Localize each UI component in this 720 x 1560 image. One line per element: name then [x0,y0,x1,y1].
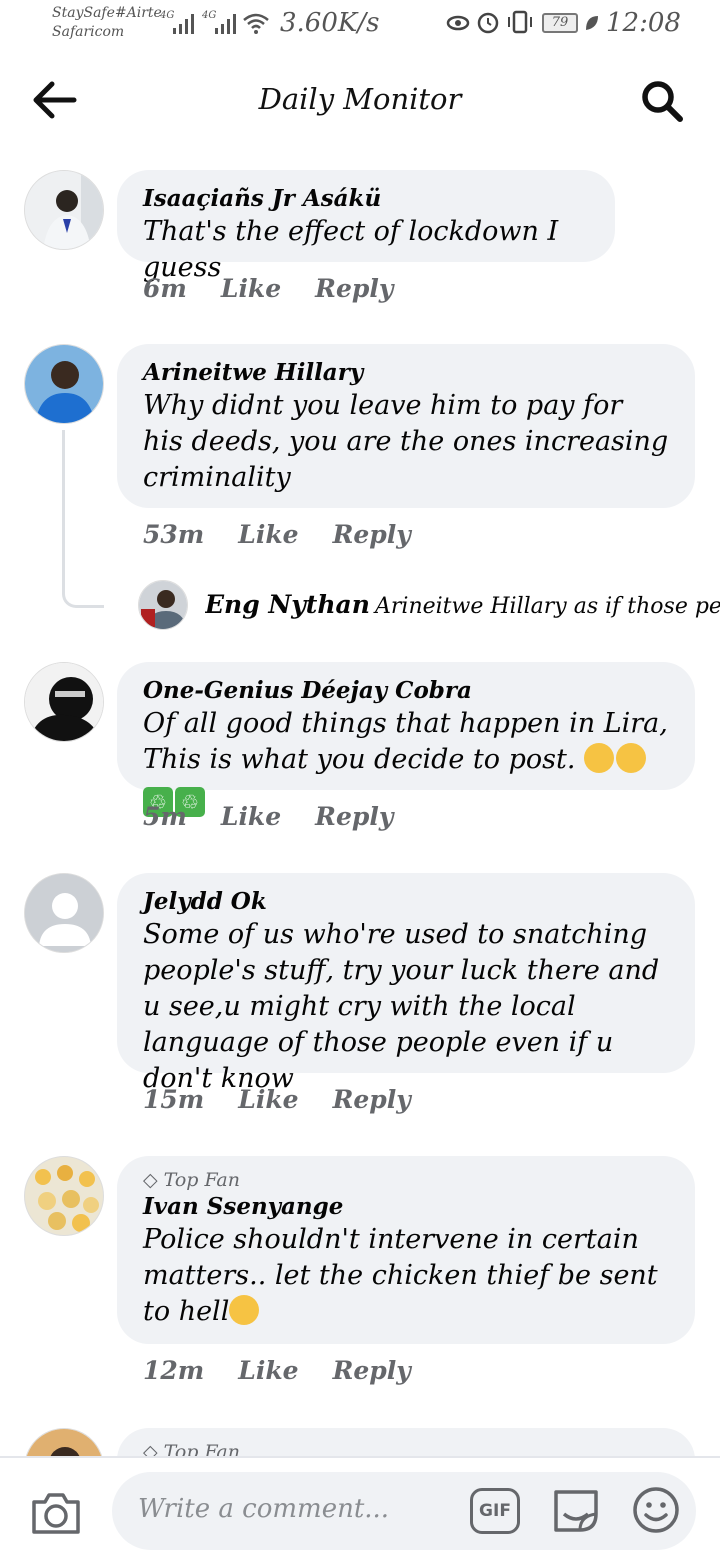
badge-label: Top Fan [163,1169,240,1191]
avatar[interactable] [24,170,104,250]
badge-label: Top Fan [163,1441,240,1456]
comment-bubble[interactable]: ◇ Top Fan [117,1428,695,1456]
alarm-icon [477,12,499,34]
user-photo-icon [25,663,103,741]
reply-button[interactable]: Reply [333,1356,411,1385]
reply-avatar[interactable] [138,580,188,630]
like-button[interactable]: Like [238,1085,298,1114]
comment-actions: 5m Like Reply [143,802,427,831]
comment-bubble[interactable]: Arineitwe Hillary Why didnt you leave hi… [117,344,695,508]
avatar[interactable] [24,1428,104,1456]
sticker-icon[interactable] [550,1484,602,1536]
emoji-icon[interactable] [630,1484,682,1536]
comment-input-placeholder: Write a comment... [138,1494,390,1524]
comment-text: Police shouldn't intervene in certain ma… [143,1224,658,1327]
reply-button[interactable]: Reply [333,520,411,549]
signal-bars-icon [215,14,236,34]
comment-author[interactable]: Ivan Ssenyange [143,1192,669,1222]
clock: 12:08 [606,8,681,38]
comment-item: ◇ Top Fan [0,1428,720,1456]
user-photo-icon [25,345,103,423]
comment-actions: 53m Like Reply [143,520,445,549]
app-header: Daily Monitor [0,60,720,140]
comment-actions: 12m Like Reply [143,1356,445,1385]
thinking-emoji-icon [616,743,647,773]
avatar[interactable] [24,1156,104,1236]
like-button[interactable]: Like [221,802,281,831]
comment-text: Why didnt you leave him to pay for his d… [143,390,669,493]
vibrate-icon [508,10,532,34]
carrier-2: Safaricom [52,24,125,40]
signal-bars-icon [173,14,194,34]
comment-author[interactable]: One-Genius Déejay Cobra [143,676,669,706]
diamond-icon: ◇ [143,1169,158,1191]
gif-button[interactable]: GIF [470,1488,520,1534]
page-title: Daily Monitor [258,82,462,116]
top-fan-badge: ◇ Top Fan [143,1168,669,1192]
reply-button[interactable]: Reply [333,1085,411,1114]
status-bar: StaySafe#Airtel Safaricom 4G 4G 3.60K/s … [0,0,720,50]
reply-snippet: Arineitwe Hillary as if those people... [375,594,720,619]
diamond-icon: ◇ [143,1441,158,1456]
comment-input[interactable]: Write a comment... GIF [112,1472,696,1550]
comment-text-container: Police shouldn't intervene in certain ma… [143,1222,669,1330]
avatar[interactable] [24,873,104,953]
comment-author[interactable]: Jelydd Ok [143,887,669,917]
comment-time: 15m [143,1085,205,1114]
reply-button[interactable]: Reply [315,274,393,303]
like-button[interactable]: Like [238,1356,298,1385]
eye-icon [446,15,470,31]
default-avatar-icon [25,874,103,952]
network-speed: 3.60K/s [280,8,380,38]
comment-actions: 15m Like Reply [143,1085,445,1114]
search-icon[interactable] [638,78,688,124]
avatar[interactable] [24,662,104,742]
like-button[interactable]: Like [238,520,298,549]
user-photo-icon [25,171,103,249]
comment-text-container: Of all good things that happen in Lira, … [143,706,669,817]
user-photo-icon [25,1157,103,1235]
no-mouth-emoji-icon [229,1295,260,1325]
comment-time: 12m [143,1356,205,1385]
eye-roll-emoji-icon [584,743,615,773]
comment-time: 5m [143,802,187,831]
reply-text-line: Eng Nythan Arineitwe Hillary as if those… [205,590,720,619]
comment-time: 53m [143,520,205,549]
reply-author[interactable]: Eng Nythan [205,590,370,619]
comment-actions: 6m Like Reply [143,274,427,303]
comment-author[interactable]: Isaaçiañs Jr Asákü [143,184,589,214]
comment-text: Some of us who're used to snatching peop… [143,919,660,1094]
user-photo-icon [139,581,187,629]
like-button[interactable]: Like [221,274,281,303]
battery-indicator: 79 [542,13,578,33]
comment-bubble[interactable]: Isaaçiañs Jr Asákü That's the effect of … [117,170,615,283]
top-fan-badge: ◇ Top Fan [143,1440,669,1456]
reply-preview[interactable]: Eng Nythan Arineitwe Hillary as if those… [138,580,720,632]
camera-icon[interactable] [30,1490,82,1536]
comment-author[interactable]: Arineitwe Hillary [143,358,669,388]
comment-composer: Write a comment... GIF [0,1456,720,1560]
comment-bubble[interactable]: One-Genius Déejay Cobra Of all good thin… [117,662,695,817]
carrier-labels: StaySafe#Airtel Safaricom [52,4,162,42]
wifi-icon [243,13,269,34]
comment-bubble[interactable]: ◇ Top Fan Ivan Ssenyange Police shouldn'… [117,1156,695,1344]
comment-bubble[interactable]: Jelydd Ok Some of us who're used to snat… [117,873,695,1094]
comment-time: 6m [143,274,187,303]
reply-button[interactable]: Reply [315,802,393,831]
avatar[interactable] [24,344,104,424]
carrier-1: StaySafe#Airtel [52,5,162,21]
leaf-icon [586,16,598,30]
user-photo-icon [25,1429,103,1456]
thread-connector [62,430,104,608]
